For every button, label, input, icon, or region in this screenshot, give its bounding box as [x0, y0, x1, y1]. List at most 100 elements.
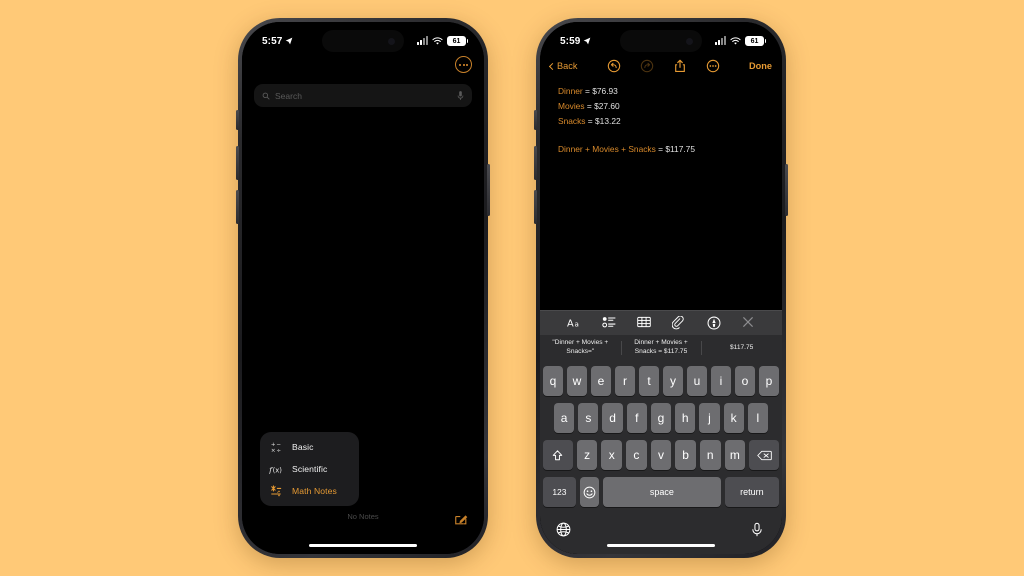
- key-k[interactable]: k: [723, 403, 744, 433]
- sum-term-3: Snacks: [628, 144, 656, 155]
- done-button[interactable]: Done: [749, 61, 772, 71]
- note-content[interactable]: Dinner = $76.93 Movies = $27.60 Snacks =…: [558, 84, 768, 157]
- key-i[interactable]: i: [711, 366, 731, 396]
- right-phone-frame: 5:59 61 Back Done Dinner = $76.93 Movies…: [534, 18, 788, 558]
- key-a[interactable]: a: [554, 403, 575, 433]
- key-y[interactable]: y: [663, 366, 683, 396]
- suggestion-3[interactable]: $117.75: [701, 335, 782, 361]
- calculator-mode-menu: + − × ÷ Basic f (x) Scientific Math Note…: [260, 432, 359, 506]
- more-options-icon[interactable]: [455, 56, 472, 73]
- front-camera: [388, 37, 395, 45]
- volume-down-button[interactable]: [236, 190, 239, 224]
- svg-text:−: −: [276, 442, 281, 448]
- sum-term-2: Movies: [592, 144, 619, 155]
- battery-indicator: 61: [447, 36, 468, 46]
- right-phone-screen: 5:59 61 Back Done Dinner = $76.93 Movies…: [540, 22, 782, 554]
- power-button-right[interactable]: [785, 164, 788, 216]
- text-format-icon[interactable]: A a: [567, 316, 581, 330]
- key-c[interactable]: c: [626, 440, 647, 470]
- dictation-icon-right[interactable]: [751, 522, 766, 537]
- undo-icon[interactable]: [607, 59, 621, 73]
- notes-list-screen: 5:57 61 Search + − × ÷ Basic f (x) Scien…: [242, 22, 484, 554]
- silent-switch-right[interactable]: [534, 110, 537, 130]
- volume-up-button[interactable]: [236, 146, 239, 180]
- key-p[interactable]: p: [759, 366, 779, 396]
- close-icon[interactable]: [742, 316, 756, 330]
- search-input[interactable]: Search: [254, 84, 472, 107]
- note-line-2: Movies = $27.60: [558, 99, 768, 114]
- suggestion-1[interactable]: "Dinner + Movies + Snacks=": [540, 335, 621, 361]
- shift-key[interactable]: [543, 440, 573, 470]
- markup-icon[interactable]: [707, 316, 721, 330]
- menu-item-basic[interactable]: + − × ÷ Basic: [260, 436, 359, 458]
- key-l[interactable]: l: [747, 403, 768, 433]
- note-line-2-variable: Movies: [558, 100, 585, 111]
- power-button[interactable]: [487, 164, 490, 216]
- home-indicator-right[interactable]: [607, 543, 715, 547]
- key-z[interactable]: z: [576, 440, 598, 470]
- suggestion-2[interactable]: Dinner + Movies + Snacks = $117.75: [620, 335, 702, 361]
- status-right-group: 61: [417, 36, 468, 46]
- menu-item-scientific[interactable]: f (x) Scientific: [260, 458, 359, 480]
- menu-item-math-notes[interactable]: Math Notes: [260, 480, 359, 502]
- key-g[interactable]: g: [650, 403, 672, 433]
- keyboard-row-4: 123 space return: [543, 477, 779, 507]
- sum-operator-2: +: [621, 144, 626, 155]
- compose-note-icon[interactable]: [454, 512, 468, 526]
- key-x[interactable]: x: [601, 440, 623, 470]
- location-arrow-icon-right: [583, 37, 591, 45]
- home-indicator-left[interactable]: [309, 543, 417, 547]
- globe-icon[interactable]: [556, 522, 571, 537]
- key-m[interactable]: m: [724, 440, 746, 470]
- key-q[interactable]: q: [543, 366, 563, 396]
- sum-result: = $117.75: [658, 144, 695, 155]
- left-phone-screen: 5:57 61 Search + − × ÷ Basic f (x) Scien…: [242, 22, 484, 554]
- emoji-key[interactable]: [579, 477, 600, 507]
- attachment-icon[interactable]: [671, 316, 686, 330]
- key-o[interactable]: o: [735, 366, 755, 396]
- note-line-1-result: = $76.93: [585, 86, 618, 96]
- table-icon[interactable]: [636, 316, 651, 330]
- volume-up-button-right[interactable]: [534, 146, 537, 180]
- math-notes-icon: [269, 485, 283, 497]
- status-left-group-right: 5:59: [560, 36, 591, 47]
- keyboard-bottom-row: [543, 514, 779, 544]
- basic-calculator-icon: + − × ÷: [269, 441, 283, 453]
- status-right-group-right: 61: [715, 36, 766, 46]
- key-n[interactable]: n: [699, 440, 721, 470]
- delete-key[interactable]: [749, 440, 780, 470]
- note-line-2-result: = $27.60: [586, 100, 620, 111]
- key-e[interactable]: e: [591, 366, 611, 396]
- key-j[interactable]: j: [699, 403, 720, 433]
- key-u[interactable]: u: [687, 366, 707, 396]
- key-s[interactable]: s: [578, 403, 599, 433]
- svg-text:A: A: [567, 319, 574, 330]
- return-key[interactable]: return: [724, 477, 779, 507]
- volume-down-button-right[interactable]: [534, 190, 537, 224]
- key-f[interactable]: f: [626, 403, 647, 433]
- sum-operator-1: +: [585, 144, 590, 155]
- more-options-icon-right[interactable]: [706, 59, 720, 73]
- front-camera-right: [686, 37, 693, 45]
- key-h[interactable]: h: [675, 403, 696, 433]
- back-button[interactable]: Back: [548, 61, 577, 71]
- dictation-icon[interactable]: [457, 90, 464, 101]
- checklist-icon[interactable]: [601, 316, 616, 330]
- key-b[interactable]: b: [675, 440, 696, 470]
- note-navigation-bar: Back Done: [540, 54, 782, 78]
- share-icon[interactable]: [673, 59, 687, 73]
- key-r[interactable]: r: [615, 366, 635, 396]
- redo-icon[interactable]: [640, 59, 654, 73]
- key-w[interactable]: w: [567, 366, 587, 396]
- sum-term-1: Dinner: [558, 144, 583, 155]
- key-t[interactable]: t: [639, 366, 659, 396]
- key-v[interactable]: v: [650, 440, 672, 470]
- note-tools-group: [577, 59, 749, 73]
- numbers-key[interactable]: 123: [543, 477, 576, 507]
- wifi-icon: [432, 36, 443, 46]
- space-key[interactable]: space: [603, 477, 721, 507]
- silent-switch[interactable]: [236, 110, 239, 130]
- note-line-1-variable: Dinner: [558, 86, 583, 96]
- status-left-group: 5:57: [262, 36, 293, 47]
- key-d[interactable]: d: [602, 403, 623, 433]
